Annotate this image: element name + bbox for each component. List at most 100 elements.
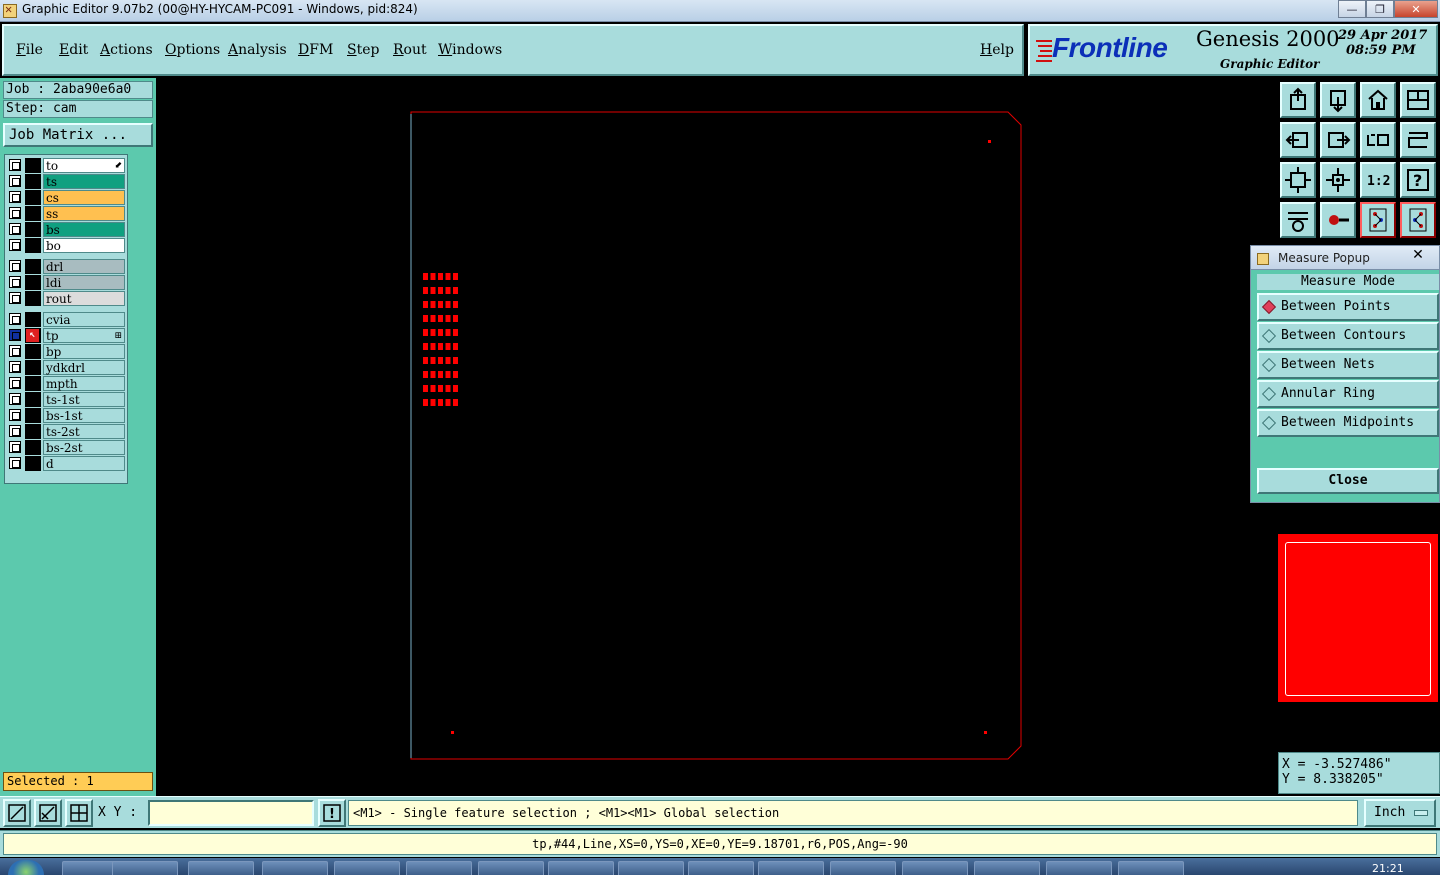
- layer-checkbox[interactable]: [9, 313, 21, 325]
- layer-affected-column[interactable]: [25, 408, 41, 423]
- menu-dfm[interactable]: DFM: [298, 42, 333, 58]
- menu-file[interactable]: File: [16, 42, 43, 58]
- close-button[interactable]: ✕: [1394, 0, 1438, 18]
- layer-affected-column[interactable]: [25, 222, 41, 237]
- taskbar-app-icon[interactable]: [902, 861, 968, 875]
- measure-close-button[interactable]: Close: [1257, 468, 1439, 494]
- measure-option-between-contours[interactable]: Between Contours: [1257, 322, 1439, 350]
- layer-affected-column[interactable]: [25, 275, 41, 290]
- layer-checkbox[interactable]: [9, 329, 21, 341]
- layer-row-tp[interactable]: ↖ tp ⊞: [7, 328, 127, 343]
- layer-affected-column[interactable]: [25, 158, 41, 173]
- job-matrix-button[interactable]: Job Matrix ...: [3, 123, 153, 147]
- measure-option-between-nets[interactable]: Between Nets: [1257, 351, 1439, 379]
- overview-thumbnail[interactable]: [1278, 534, 1438, 702]
- layer-row-ldi[interactable]: ldi: [7, 275, 127, 290]
- snap-icon[interactable]: [3, 799, 31, 827]
- layer-affected-column[interactable]: [25, 291, 41, 306]
- xy-input[interactable]: [148, 800, 314, 826]
- layer-checkbox[interactable]: [9, 292, 21, 304]
- layer-affected-column[interactable]: [25, 259, 41, 274]
- measure-popup-close-icon[interactable]: ✕: [1397, 246, 1439, 264]
- layer-affected-column[interactable]: [25, 312, 41, 327]
- layer-checkbox[interactable]: [9, 457, 21, 469]
- layer-row-mpth[interactable]: mpth: [7, 376, 127, 391]
- layer-affected-column[interactable]: [25, 456, 41, 471]
- layer-row-ts-2st[interactable]: ts-2st: [7, 424, 127, 439]
- minimize-button[interactable]: —: [1338, 0, 1366, 18]
- layer-checkbox[interactable]: [9, 223, 21, 235]
- layer-row-cvia[interactable]: cvia: [7, 312, 127, 327]
- layer-checkbox[interactable]: [9, 260, 21, 272]
- taskbar-app-icon[interactable]: [262, 861, 328, 875]
- layer-checkbox[interactable]: [9, 159, 21, 171]
- layer-affected-column[interactable]: [25, 190, 41, 205]
- menu-options[interactable]: Options: [165, 42, 220, 58]
- home-view-icon[interactable]: [1360, 82, 1396, 118]
- taskbar-app-icon[interactable]: [334, 861, 400, 875]
- menu-rout[interactable]: Rout: [393, 42, 427, 58]
- warning-icon[interactable]: !: [318, 799, 346, 827]
- menu-help[interactable]: Help: [980, 42, 1014, 58]
- layer-row-d[interactable]: d: [7, 456, 127, 471]
- layer-affected-column[interactable]: [25, 174, 41, 189]
- maximize-button[interactable]: ❐: [1366, 0, 1394, 18]
- measure-option-between-points[interactable]: Between Points: [1257, 293, 1439, 321]
- grid-icon[interactable]: [65, 799, 93, 827]
- layer-row-bs-2st[interactable]: bs-2st: [7, 440, 127, 455]
- taskbar-app-icon[interactable]: [406, 861, 472, 875]
- layer-row-ss[interactable]: ss: [7, 206, 127, 221]
- layer-checkbox[interactable]: [9, 239, 21, 251]
- layer-row-rout[interactable]: rout: [7, 291, 127, 306]
- layer-affected-column[interactable]: [25, 440, 41, 455]
- layer-checkbox[interactable]: [9, 276, 21, 288]
- layer-row-cs[interactable]: cs: [7, 190, 127, 205]
- taskbar-app-icon[interactable]: [830, 861, 896, 875]
- menu-analysis[interactable]: Analysis: [228, 42, 287, 58]
- layer-affected-column[interactable]: [25, 206, 41, 221]
- measure-ruler-icon[interactable]: [1320, 202, 1356, 238]
- measure-option-between-midpoints[interactable]: Between Midpoints: [1257, 409, 1439, 437]
- taskbar-app-icon[interactable]: [478, 861, 544, 875]
- layer-checkbox[interactable]: [9, 441, 21, 453]
- help-icon[interactable]: ?: [1400, 162, 1436, 198]
- layer-checkbox[interactable]: [9, 393, 21, 405]
- layer-affected-column[interactable]: [25, 392, 41, 407]
- taskbar-app-icon[interactable]: [1046, 861, 1112, 875]
- measure-snap-icon[interactable]: [34, 799, 62, 827]
- layer-row-ydkdrl[interactable]: ydkdrl: [7, 360, 127, 375]
- layer-checkbox[interactable]: [9, 425, 21, 437]
- taskbar-app-icon[interactable]: [618, 861, 684, 875]
- swap-icon[interactable]: [1400, 122, 1436, 158]
- taskbar-app-icon[interactable]: [758, 861, 824, 875]
- zoom-home-icon[interactable]: [1280, 82, 1316, 118]
- pan-down-icon[interactable]: [1320, 82, 1356, 118]
- layer-affected-column[interactable]: [25, 360, 41, 375]
- layer-row-to[interactable]: to ⬋: [7, 158, 127, 173]
- layer-row-bo[interactable]: bo: [7, 238, 127, 253]
- mirror-icon[interactable]: [1360, 122, 1396, 158]
- layer-checkbox[interactable]: [9, 409, 21, 421]
- zoom-fit-icon[interactable]: [1280, 162, 1316, 198]
- layer-affected-column[interactable]: [25, 424, 41, 439]
- graphic-canvas[interactable]: [156, 78, 1276, 796]
- pan-right-icon[interactable]: [1320, 122, 1356, 158]
- layer-row-ts-1st[interactable]: ts-1st: [7, 392, 127, 407]
- taskbar-app-icon[interactable]: [188, 861, 254, 875]
- layer-affected-column[interactable]: [25, 344, 41, 359]
- scale-one-to-two-icon[interactable]: 1:2: [1360, 162, 1396, 198]
- wrench-icon[interactable]: [1280, 202, 1316, 238]
- taskbar-app-icon[interactable]: [688, 861, 754, 875]
- layer-checkbox[interactable]: [9, 361, 21, 373]
- layer-row-bp[interactable]: bp: [7, 344, 127, 359]
- zoom-center-icon[interactable]: [1320, 162, 1356, 198]
- layer-row-drl[interactable]: drl: [7, 259, 127, 274]
- menu-windows[interactable]: Windows: [438, 42, 502, 58]
- layer-checkbox[interactable]: [9, 345, 21, 357]
- net-display-icon[interactable]: [1360, 202, 1396, 238]
- menu-edit[interactable]: Edit: [59, 42, 88, 58]
- start-button-icon[interactable]: [8, 860, 44, 875]
- layer-checkbox[interactable]: [9, 207, 21, 219]
- measure-option-annular-ring[interactable]: Annular Ring: [1257, 380, 1439, 408]
- taskbar-app-icon[interactable]: [112, 861, 178, 875]
